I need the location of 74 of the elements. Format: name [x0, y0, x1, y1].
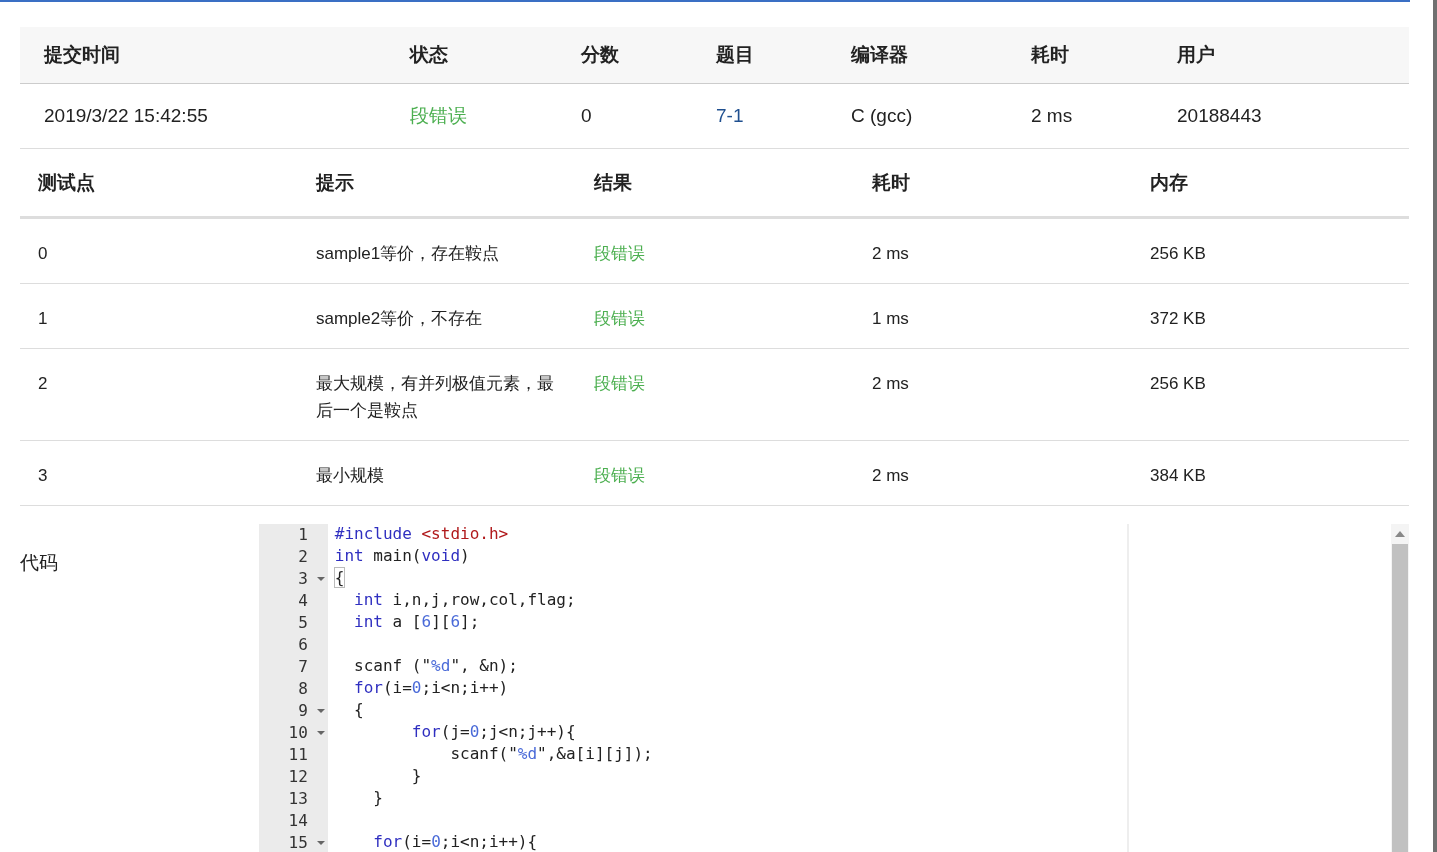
memory-text: 256 KB	[1150, 373, 1206, 395]
fold-caret-icon[interactable]	[316, 577, 325, 581]
time-text: 1 ms	[872, 308, 909, 330]
column-header: 测试点	[20, 149, 298, 219]
code-line: for(j=0;j<n;j++){	[410, 722, 577, 743]
time-text: 2 ms	[872, 243, 909, 265]
column-header: 结果	[576, 149, 854, 219]
fold-caret-icon[interactable]	[316, 841, 325, 845]
column-header: 题目	[716, 27, 851, 84]
code-line: scanf("%d",&a[i][j]);	[449, 744, 653, 765]
hint-text: sample1等价，存在鞍点	[316, 243, 500, 265]
code-line: {	[334, 568, 346, 589]
case-number: 2	[38, 373, 48, 395]
code-line: int a [6][6];	[353, 612, 481, 633]
column-header: 编译器	[851, 27, 1031, 84]
memory-text: 256 KB	[1150, 243, 1206, 265]
line-number: 6	[298, 635, 308, 655]
compiler-text: C (gcc)	[851, 105, 913, 127]
score-text: 0	[581, 105, 592, 127]
result-text: 段错误	[594, 465, 645, 487]
line-number: 7	[298, 657, 308, 677]
fold-caret-icon[interactable]	[316, 731, 325, 735]
code-line: int main(void)	[334, 546, 471, 567]
column-header: 提示	[298, 149, 576, 219]
fold-caret-icon[interactable]	[316, 709, 325, 713]
scroll-up-icon[interactable]	[1395, 531, 1405, 537]
column-header: 耗时	[1031, 27, 1177, 84]
code-line: for(i=0;i<n;i++){	[372, 832, 539, 852]
result-text: 段错误	[594, 308, 645, 330]
scrollbar[interactable]	[1391, 524, 1409, 852]
memory-text: 384 KB	[1150, 465, 1206, 487]
column-header: 状态	[410, 27, 581, 84]
code-label: 代码	[20, 552, 58, 573]
line-number: 13	[288, 789, 308, 809]
line-number: 3	[298, 569, 308, 589]
code-line: scanf ("%d", &n);	[353, 656, 519, 677]
time-text: 2 ms	[872, 465, 909, 487]
code-line: #include <stdio.h>	[334, 524, 510, 545]
line-number: 5	[298, 613, 308, 633]
hint-text: 最大规模，有并列极值元素，最后一个是鞍点	[316, 373, 554, 422]
memory-text: 372 KB	[1150, 308, 1206, 330]
hint-text: 最小规模	[316, 465, 384, 487]
line-number: 1	[298, 525, 308, 545]
submit-time: 2019/3/22 15:42:55	[44, 105, 208, 127]
column-header: 分数	[581, 27, 716, 84]
line-number: 11	[288, 745, 308, 765]
problem-link[interactable]: 7-1	[716, 105, 744, 127]
line-number: 10	[288, 723, 308, 743]
column-header: 用户	[1177, 27, 1409, 84]
line-number: 8	[298, 679, 308, 699]
user-id: 20188443	[1177, 105, 1262, 127]
result-text: 段错误	[594, 243, 645, 265]
duration-text: 2 ms	[1031, 105, 1073, 127]
code-line: }	[372, 788, 384, 809]
case-number: 1	[38, 308, 48, 330]
status-text: 段错误	[410, 104, 467, 128]
line-number: 15	[288, 833, 308, 852]
result-text: 段错误	[594, 373, 645, 395]
column-header: 耗时	[854, 149, 1132, 219]
column-header: 内存	[1132, 149, 1409, 219]
code-line: }	[410, 766, 423, 787]
line-number: 9	[298, 701, 308, 721]
column-header: 提交时间	[20, 27, 410, 84]
line-number: 12	[288, 767, 308, 787]
code-line: int i,n,j,row,col,flag;	[353, 590, 577, 611]
case-number: 0	[38, 243, 48, 265]
code-line: {	[353, 700, 365, 721]
code-line: for(i=0;i<n;i++)	[353, 678, 510, 699]
hint-text: sample2等价，不存在	[316, 308, 483, 330]
line-number: 4	[298, 591, 308, 611]
time-text: 2 ms	[872, 373, 909, 395]
case-number: 3	[38, 465, 48, 487]
line-number: 14	[288, 811, 308, 831]
line-number: 2	[298, 547, 308, 567]
